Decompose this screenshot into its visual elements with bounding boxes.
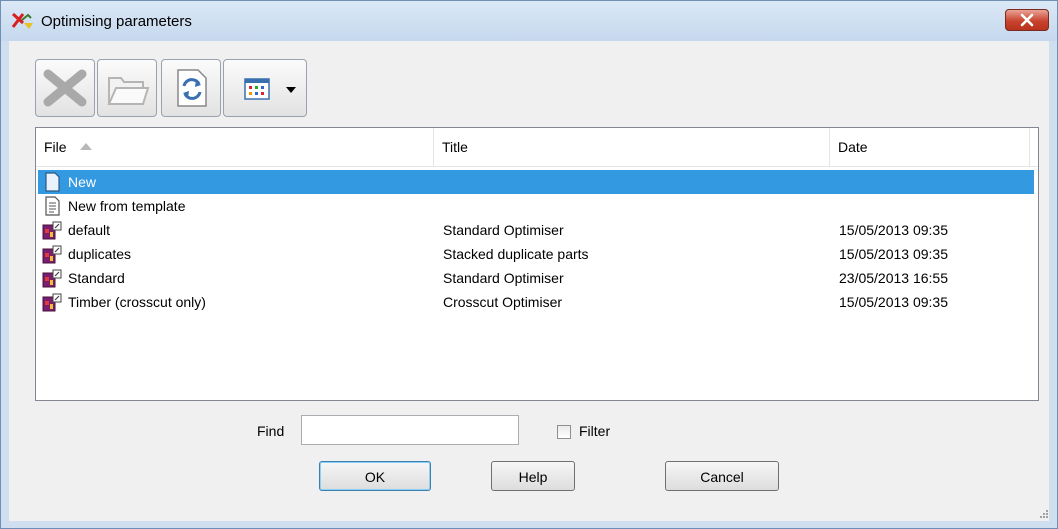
dialog-client-area: File Title Date New New from template de… [9, 41, 1049, 521]
list-item-title: Standard Optimiser [443, 270, 564, 286]
find-label: Find [257, 423, 285, 439]
sort-ascending-icon [80, 143, 92, 150]
file-list[interactable]: File Title Date New New from template de… [35, 127, 1039, 401]
close-icon [1020, 13, 1034, 27]
delete-icon [43, 69, 87, 107]
list-item-default[interactable]: default Standard Optimiser 15/05/2013 09… [38, 218, 1034, 242]
list-item-date: 15/05/2013 09:35 [839, 222, 948, 238]
dialog-window: Optimising parameters File Title Date Ne… [0, 0, 1058, 529]
optimiser-file-icon [42, 269, 62, 288]
list-item-new[interactable]: New [38, 170, 1034, 194]
optimiser-file-icon [42, 245, 62, 264]
help-button[interactable]: Help [491, 461, 575, 491]
dropdown-arrow-icon [286, 87, 296, 93]
cancel-button[interactable]: Cancel [665, 461, 779, 491]
list-item-new-from-template[interactable]: New from template [38, 194, 1034, 218]
template-icon [45, 196, 60, 216]
list-item-title: Standard Optimiser [443, 222, 564, 238]
app-icon [11, 12, 33, 29]
column-header-file-label: File [44, 139, 67, 155]
refresh-button[interactable] [161, 59, 221, 117]
column-header-date[interactable]: Date [830, 128, 1030, 166]
list-item-duplicates[interactable]: duplicates Stacked duplicate parts 15/05… [38, 242, 1034, 266]
list-item-date: 15/05/2013 09:35 [839, 294, 948, 310]
list-item-title: Crosscut Optimiser [443, 294, 563, 310]
list-item-file: duplicates [68, 246, 132, 262]
list-item-standard[interactable]: Standard Standard Optimiser 23/05/2013 1… [38, 266, 1034, 290]
refresh-icon [177, 69, 207, 107]
resize-grip-icon[interactable] [1039, 509, 1049, 519]
ok-button[interactable]: OK [319, 461, 431, 491]
view-options-button[interactable] [223, 59, 307, 117]
optimiser-file-icon [42, 293, 62, 312]
list-item-timber[interactable]: Timber (crosscut only) Crosscut Optimise… [38, 290, 1034, 314]
column-header-title[interactable]: Title [434, 128, 830, 166]
list-item-date: 15/05/2013 09:35 [839, 246, 948, 262]
column-header-date-label: Date [838, 139, 868, 155]
view-options-icon [244, 78, 270, 100]
column-header-title-label: Title [442, 139, 468, 155]
list-item-file: New from template [68, 198, 186, 214]
open-folder-button[interactable] [97, 59, 157, 117]
list-item-file: default [68, 222, 111, 238]
list-item-file: Timber (crosscut only) [68, 294, 206, 310]
list-item-date: 23/05/2013 16:55 [839, 270, 948, 286]
list-item-title: Stacked duplicate parts [443, 246, 589, 262]
filter-label: Filter [579, 423, 611, 439]
delete-button[interactable] [35, 59, 95, 117]
find-input[interactable] [301, 415, 519, 445]
list-item-file: Standard [68, 270, 125, 286]
close-button[interactable] [1005, 9, 1049, 31]
filter-checkbox[interactable] [557, 425, 571, 439]
list-item-file: New [68, 174, 97, 190]
folder-icon [107, 77, 150, 105]
title-bar[interactable]: Optimising parameters [1, 1, 1057, 41]
optimiser-file-icon [42, 221, 62, 240]
new-document-icon [45, 172, 60, 192]
window-title: Optimising parameters [41, 13, 192, 30]
list-header: File Title Date [36, 128, 1038, 167]
column-header-file[interactable]: File [36, 128, 434, 166]
